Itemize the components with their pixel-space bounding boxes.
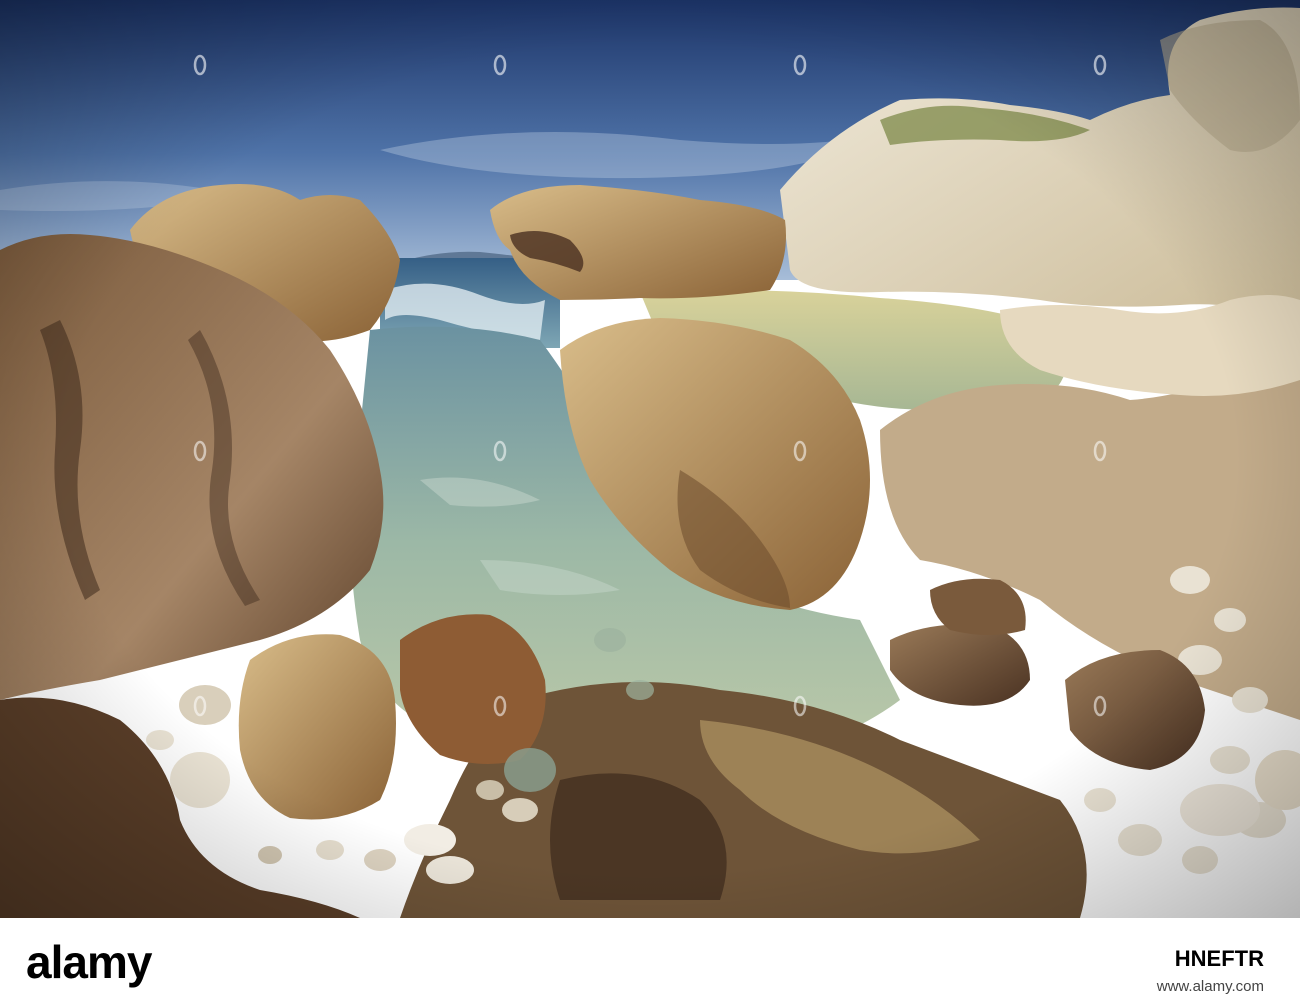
watermark-icon xyxy=(493,440,507,462)
logo-wordmark: alamy xyxy=(26,936,152,988)
site-url[interactable]: www.alamy.com xyxy=(1157,978,1264,995)
watermark-row xyxy=(0,695,1300,735)
watermark-icon xyxy=(193,54,207,76)
watermark-icon xyxy=(793,695,807,717)
watermark-icon xyxy=(793,440,807,462)
watermark-icon xyxy=(193,695,207,717)
footer-bar: alamy HNEFTR www.alamy.com xyxy=(0,918,1300,1007)
watermark-row xyxy=(0,54,1300,94)
watermark-icon xyxy=(1093,695,1107,717)
watermark-row xyxy=(0,440,1300,480)
watermark-icon xyxy=(1093,440,1107,462)
stock-photo xyxy=(0,0,1300,918)
watermark-icon xyxy=(493,54,507,76)
alamy-logo[interactable]: alamy xyxy=(26,936,196,988)
watermark-icon xyxy=(193,440,207,462)
watermark-icon xyxy=(793,54,807,76)
watermark-icon xyxy=(493,695,507,717)
watermark-icon xyxy=(1093,54,1107,76)
image-id: HNEFTR xyxy=(1174,946,1264,971)
